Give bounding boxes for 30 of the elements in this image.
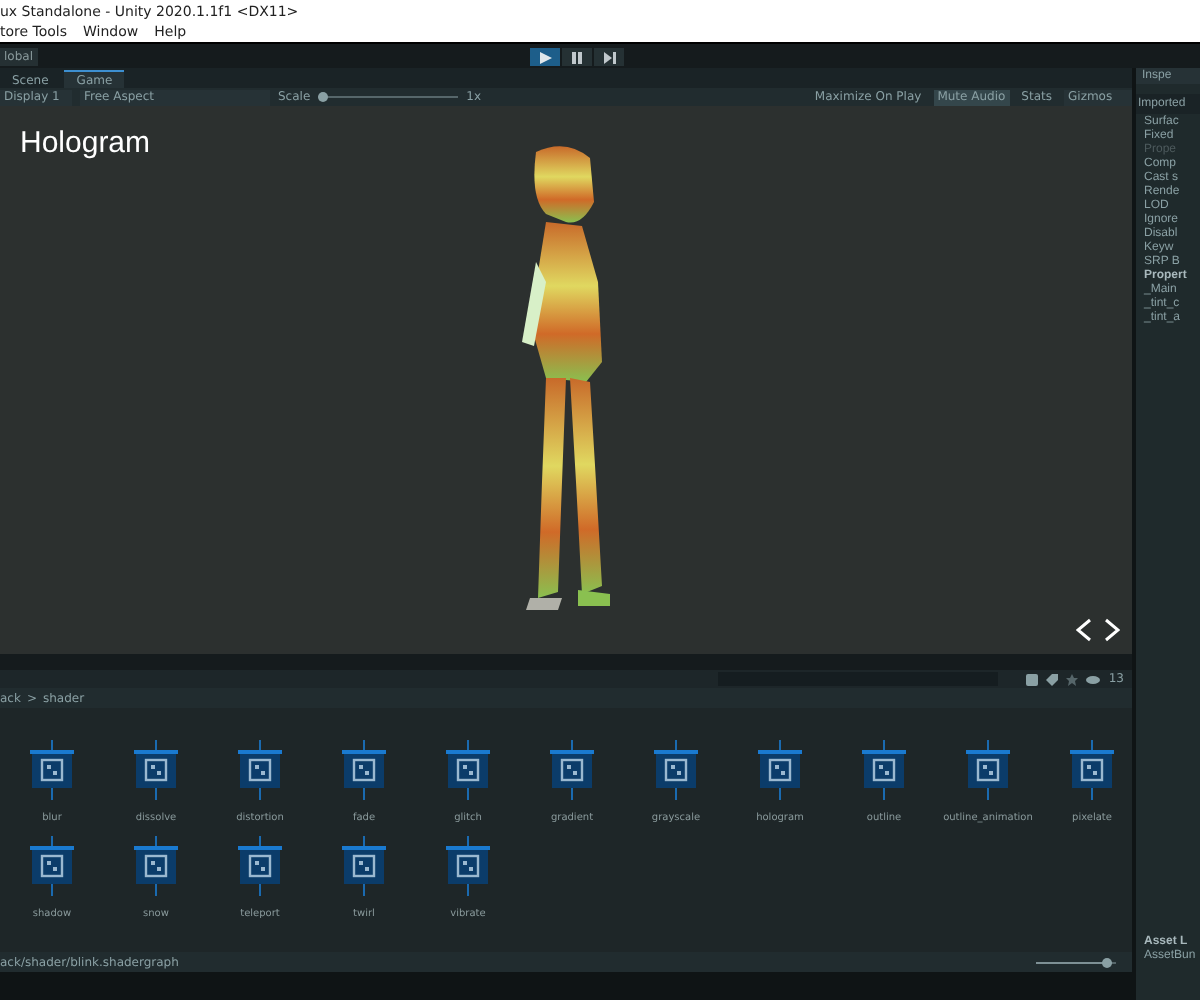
pause-button[interactable] <box>562 48 592 66</box>
step-icon <box>603 51 615 63</box>
pause-icon <box>572 51 582 63</box>
shader-graph-icon <box>238 836 282 896</box>
eye-icon[interactable] <box>1086 673 1101 685</box>
play-icon <box>539 51 551 63</box>
star-icon[interactable] <box>1066 673 1079 685</box>
shader-graph-icon <box>446 740 490 800</box>
shader-graph-icon <box>654 740 698 800</box>
play-button[interactable] <box>530 48 560 66</box>
shader-graph-icon <box>446 836 490 896</box>
next-icon[interactable] <box>1104 618 1120 642</box>
shader-graph-icon <box>134 836 178 896</box>
shader-graph-icon <box>134 740 178 800</box>
shader-graph-icon <box>758 740 802 800</box>
shader-graph-icon <box>966 740 1010 800</box>
shader-graph-icon <box>342 836 386 896</box>
previous-icon[interactable] <box>1076 618 1092 642</box>
filter-icon[interactable] <box>1026 673 1039 685</box>
slider-thumb[interactable] <box>1102 957 1112 967</box>
shader-graph-icon <box>862 740 906 800</box>
shader-graph-icon <box>342 740 386 800</box>
slider-thumb[interactable] <box>318 92 329 102</box>
shader-graph-icon <box>238 740 282 800</box>
scene-heading: Hologram <box>20 126 151 160</box>
step-button[interactable] <box>594 48 624 66</box>
shader-graph-icon <box>550 740 594 800</box>
shader-graph-icon <box>1070 740 1114 800</box>
shader-graph-icon <box>30 836 74 896</box>
shader-graph-icon <box>30 740 74 800</box>
